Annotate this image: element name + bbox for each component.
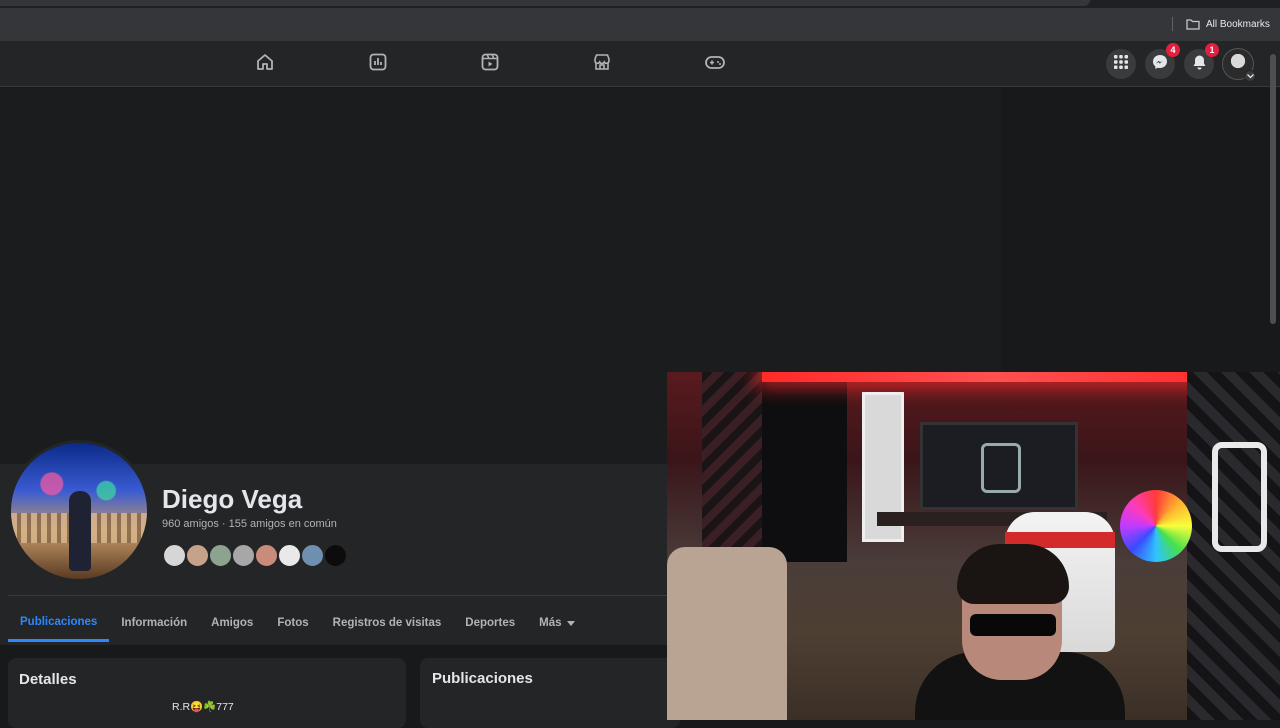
friend-avatar[interactable] [300, 543, 325, 568]
friend-avatar[interactable] [254, 543, 279, 568]
friend-avatar[interactable] [208, 543, 233, 568]
friend-avatar[interactable] [185, 543, 210, 568]
friend-avatar[interactable] [162, 543, 187, 568]
webcam-curtain [762, 382, 847, 562]
messenger-button[interactable]: 4 [1145, 43, 1180, 79]
page-scrollbar[interactable] [1270, 54, 1276, 324]
tab-informacion[interactable]: Información [109, 604, 199, 642]
webcam-sunglasses [970, 614, 1056, 636]
tab-gaming[interactable] [703, 52, 727, 76]
account-avatar[interactable] [1222, 48, 1256, 82]
webcam-wall-panel [702, 372, 767, 562]
address-bar-area[interactable] [0, 0, 1090, 6]
tab-mas[interactable]: Más [527, 604, 586, 642]
marketplace-icon [592, 52, 612, 77]
photo-person [69, 491, 91, 571]
tab-amigos[interactable]: Amigos [199, 604, 265, 642]
profile-name: Diego Vega [162, 484, 303, 514]
tabs-divider [8, 595, 667, 596]
all-bookmarks-label: All Bookmarks [1206, 18, 1270, 30]
grid-menu-icon [1114, 54, 1128, 74]
bio-text: R.R😝☘️777 [172, 701, 234, 713]
tv-logo [981, 443, 1021, 493]
gaming-icon [704, 52, 726, 77]
friend-count[interactable]: 960 amigos · 155 amigos en común [162, 518, 337, 530]
profile-photo[interactable] [8, 440, 150, 582]
messenger-icon [1152, 54, 1168, 75]
tab-video[interactable] [478, 52, 502, 76]
details-title: Detalles [19, 671, 77, 688]
menu-button[interactable] [1106, 49, 1136, 79]
home-icon [255, 52, 275, 77]
right-panel [1001, 88, 1280, 373]
webcam-prize-wheel [1120, 490, 1192, 562]
browser-tab-strip [0, 0, 1280, 8]
webcam-couch [667, 547, 787, 720]
friend-avatar[interactable] [323, 543, 348, 568]
bookmarks-bar: All Bookmarks [0, 8, 1280, 41]
posts-card: Publicaciones [420, 658, 680, 728]
all-bookmarks-button[interactable]: All Bookmarks [1186, 15, 1270, 33]
caret-down-icon [566, 617, 575, 629]
folder-icon [1186, 18, 1200, 30]
profile-tabs: Publicaciones Información Amigos Fotos R… [8, 604, 587, 644]
tab-registros-de-visitas[interactable]: Registros de visitas [321, 604, 454, 642]
notifications-badge: 1 [1205, 43, 1219, 57]
webcam-led-strip [762, 372, 1232, 382]
notifications-button[interactable]: 1 [1184, 43, 1219, 79]
tab-deportes[interactable]: Deportes [453, 604, 527, 642]
tab-home[interactable] [253, 52, 277, 76]
video-icon [480, 52, 500, 77]
bell-icon [1192, 54, 1207, 75]
tab-dashboard[interactable] [366, 52, 390, 76]
messenger-badge: 4 [1166, 43, 1180, 57]
webcam-neon-logo [1212, 442, 1267, 552]
details-card: Detalles [8, 658, 406, 728]
tab-fotos[interactable]: Fotos [265, 604, 320, 642]
bookmarks-separator [1172, 17, 1173, 31]
tab-mas-label: Más [539, 617, 562, 629]
tab-marketplace[interactable] [590, 52, 614, 76]
friend-avatar[interactable] [277, 543, 302, 568]
webcam-person-hair [957, 544, 1069, 604]
friend-avatar[interactable] [231, 543, 256, 568]
top-navigation: 4 1 [0, 41, 1280, 87]
posts-title: Publicaciones [432, 670, 533, 687]
mutual-friends-avatars[interactable] [162, 543, 348, 568]
webcam-overlay [667, 372, 1280, 720]
tab-publicaciones[interactable]: Publicaciones [8, 604, 110, 642]
dashboard-icon [368, 52, 388, 77]
webcam-tv [920, 422, 1078, 510]
chevron-down-icon [1244, 70, 1256, 82]
